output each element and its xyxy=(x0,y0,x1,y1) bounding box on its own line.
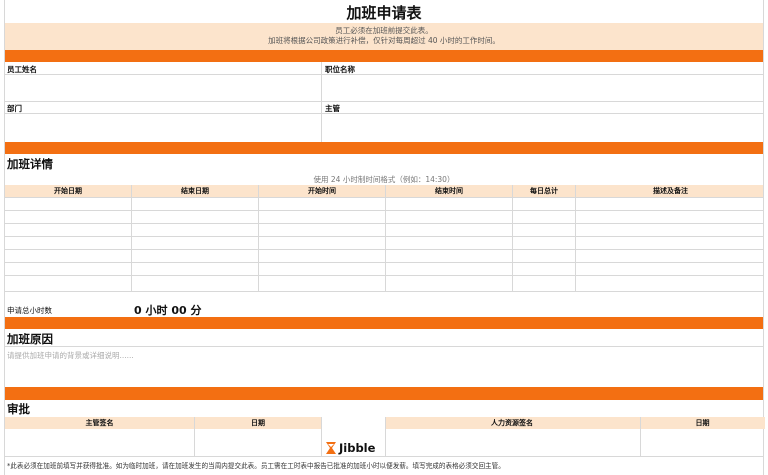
approval-heading: 审批 xyxy=(7,402,30,416)
jibble-logo: Jibble xyxy=(325,440,388,456)
column-header: 每日总计 xyxy=(530,187,558,195)
time-format-note: 使用 24 小时制时间格式（例如：14:30） xyxy=(313,175,455,184)
date-header: 日期 xyxy=(251,419,265,427)
date-header: 日期 xyxy=(695,419,710,427)
intro-line-2: 加班将根据公司政策进行补偿，仅针对每周超过 40 小时的工作时间。 xyxy=(268,36,500,45)
hr-signature-field[interactable] xyxy=(386,430,640,456)
employee-name-field[interactable] xyxy=(5,75,321,101)
position-label: 职位名称 xyxy=(325,65,355,74)
employee-name-label: 员工姓名 xyxy=(7,65,37,74)
intro-note: 员工必须在加班前提交此表。 加班将根据公司政策进行补偿，仅针对每周超过 40 小… xyxy=(5,23,763,50)
table-row xyxy=(5,262,763,263)
footer-note: *此表必须在加班前填写并获得批准。如为临时加班，请在加班发生的当周内提交此表。员… xyxy=(7,462,505,470)
row-divider xyxy=(5,101,763,102)
intro-line-1: 员工必须在加班前提交此表。 xyxy=(335,26,433,35)
total-hours-label: 申请总小时数 xyxy=(7,306,52,315)
details-table-header: 开始日期 结束日期 开始时间 结束时间 每日总计 描述及备注 xyxy=(5,185,763,197)
table-row xyxy=(5,249,763,250)
approval-header-right: 人力资源签名 日期 xyxy=(385,417,765,429)
supervisor-signature-field[interactable] xyxy=(5,430,194,456)
orange-divider xyxy=(5,50,763,62)
supervisor-label: 主管 xyxy=(325,104,340,113)
form-title: 加班申请表 xyxy=(346,4,422,22)
column-header: 结束时间 xyxy=(435,187,463,195)
orange-divider xyxy=(5,387,763,400)
approval-header-left: 主管签名 日期 xyxy=(5,417,321,429)
jibble-wordmark: Jibble xyxy=(339,441,376,455)
position-field[interactable] xyxy=(322,75,765,101)
supervisor-field[interactable] xyxy=(322,114,765,142)
hr-signature-header: 人力资源签名 xyxy=(491,419,533,427)
table-row xyxy=(5,275,763,276)
orange-divider xyxy=(5,317,763,329)
reason-heading: 加班原因 xyxy=(7,332,53,346)
reason-text-area[interactable] xyxy=(5,347,765,387)
overtime-form-sheet: 加班申请表 员工必须在加班前提交此表。 加班将根据公司政策进行补偿，仅针对每周超… xyxy=(4,0,765,475)
table-row xyxy=(5,223,763,224)
column-header: 开始日期 xyxy=(54,187,82,195)
department-field[interactable] xyxy=(5,114,321,142)
table-row xyxy=(5,236,763,237)
table-row xyxy=(5,197,763,198)
details-heading: 加班详情 xyxy=(7,157,53,171)
orange-divider xyxy=(5,142,763,154)
table-row xyxy=(5,210,763,211)
hr-date-field[interactable] xyxy=(641,430,765,456)
total-hours-value: 0 小时 00 分 xyxy=(134,304,202,317)
supervisor-date-field[interactable] xyxy=(195,430,321,456)
row-divider xyxy=(5,456,763,457)
department-label: 部门 xyxy=(7,104,22,113)
column-header: 描述及备注 xyxy=(653,187,688,195)
table-row xyxy=(5,291,763,292)
column-header: 开始时间 xyxy=(308,187,336,195)
column-header: 结束日期 xyxy=(181,187,209,195)
hourglass-icon xyxy=(326,442,336,454)
supervisor-signature-header: 主管签名 xyxy=(85,419,114,427)
column-divider xyxy=(321,417,322,456)
